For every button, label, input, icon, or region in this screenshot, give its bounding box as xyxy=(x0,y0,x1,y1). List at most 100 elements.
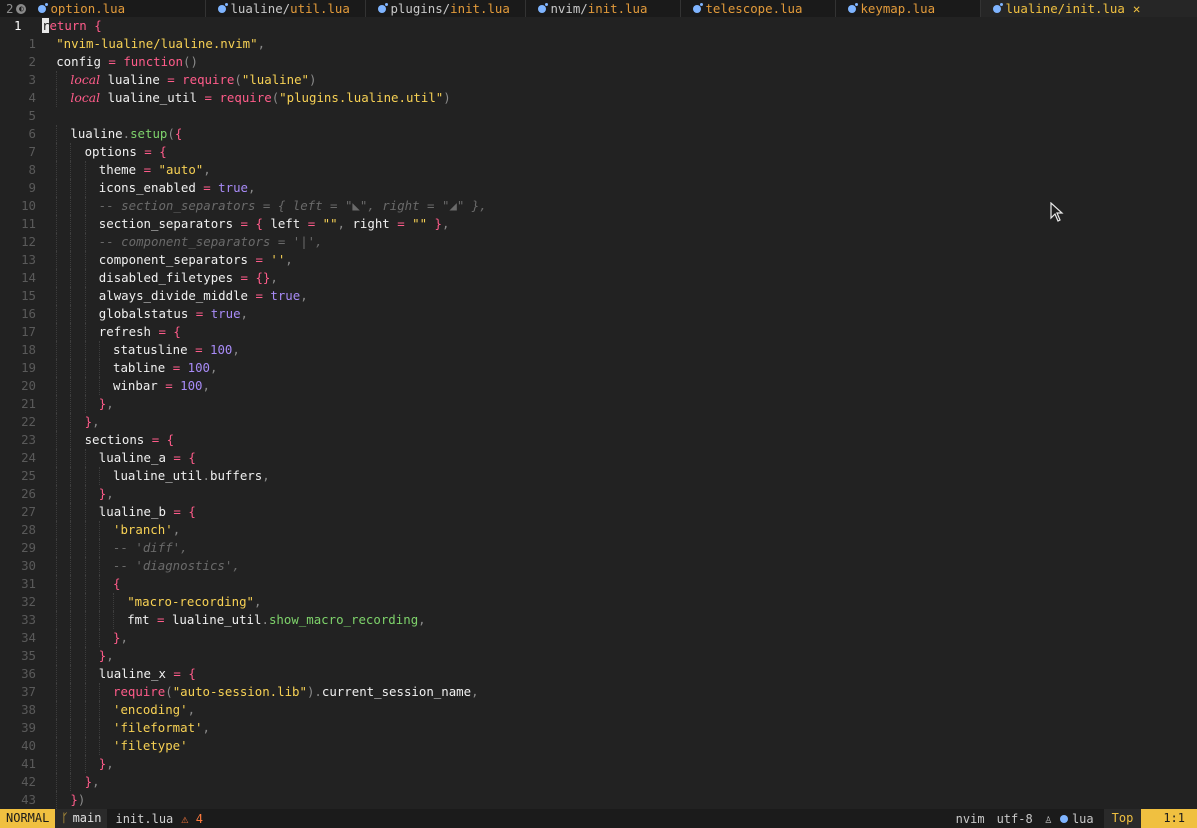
tab-dir: nvim/ xyxy=(550,1,588,16)
token: "auto" xyxy=(158,162,204,177)
code-text: }, xyxy=(85,413,100,431)
token: true xyxy=(210,306,241,321)
token: , xyxy=(92,774,100,789)
token: , xyxy=(106,756,114,771)
git-branch: ᚴ main xyxy=(55,809,108,828)
code-text: "nvim-lualine/lualine.nvim", xyxy=(56,35,265,53)
code-line[interactable]: 28 'branch', xyxy=(0,521,1197,539)
tab-2[interactable]: plugins/init.lua xyxy=(366,0,527,17)
code-line[interactable]: 9 icons_enabled = true, xyxy=(0,179,1197,197)
indent-guide xyxy=(98,341,100,359)
tab-0[interactable]: option.lua xyxy=(26,0,207,17)
token: lualine_util xyxy=(100,90,205,105)
indent-guide xyxy=(98,539,100,557)
indent-guide xyxy=(56,683,58,701)
code-line[interactable]: 41}, xyxy=(0,755,1197,773)
tab-5[interactable]: keymap.lua xyxy=(836,0,982,17)
code-text: winbar = 100, xyxy=(113,377,210,395)
token: . xyxy=(122,126,131,141)
line-number: 19 xyxy=(21,360,36,375)
code-line[interactable]: 17 refresh = { xyxy=(0,323,1197,341)
git-branch-name: main xyxy=(72,811,102,825)
code-line[interactable]: 10 -- section_separators = { left = "◣", … xyxy=(0,197,1197,215)
code-line[interactable]: 4 local lualine_util = require("plugins.l… xyxy=(0,89,1197,107)
token: } xyxy=(84,774,93,789)
code-line[interactable]: 42}, xyxy=(0,773,1197,791)
token: "lualine" xyxy=(241,72,309,87)
code-line[interactable]: 39 'fileformat', xyxy=(0,719,1197,737)
token: = xyxy=(397,216,413,231)
line-number: 38 xyxy=(21,702,36,717)
code-line[interactable]: 33 fmt = lualine_util.show_macro_recordin… xyxy=(0,611,1197,629)
line-number: 8 xyxy=(28,162,36,177)
code-line[interactable]: 23 sections = { xyxy=(0,431,1197,449)
tab-4[interactable]: telescope.lua xyxy=(681,0,837,17)
code-line[interactable]: 43}) xyxy=(0,791,1197,809)
code-line[interactable]: 18 statusline = 100, xyxy=(0,341,1197,359)
code-line[interactable]: 11 section_separators = { left = "", righ… xyxy=(0,215,1197,233)
code-line[interactable]: 8 theme = "auto", xyxy=(0,161,1197,179)
code-line[interactable]: 29 -- 'diff', xyxy=(0,539,1197,557)
indent-guide xyxy=(70,431,72,449)
code-line[interactable]: 1 return { xyxy=(0,17,1197,35)
code-line[interactable]: 1 "nvim-lualine/lualine.nvim", xyxy=(0,35,1197,53)
code-line[interactable]: 15 always_divide_middle = true, xyxy=(0,287,1197,305)
line-number: 1 xyxy=(28,36,36,51)
code-line[interactable]: 26}, xyxy=(0,485,1197,503)
close-icon[interactable]: ✕ xyxy=(1133,1,1140,16)
indent-guide xyxy=(56,377,58,395)
code-line[interactable]: 12 -- component_separators = '|', xyxy=(0,233,1197,251)
code-line[interactable]: 7 options = { xyxy=(0,143,1197,161)
code-line[interactable]: 13 component_separators = '', xyxy=(0,251,1197,269)
code-line[interactable]: 6 lualine.setup({ xyxy=(0,125,1197,143)
code-line[interactable]: 25 lualine_util.buffers, xyxy=(0,467,1197,485)
code-line[interactable]: 38 'encoding', xyxy=(0,701,1197,719)
tab-6[interactable]: lualine/init.lua ✕ xyxy=(981,0,1197,17)
token: , xyxy=(210,360,218,375)
token: -- section_separators = { left = "◣", ri… xyxy=(98,198,487,213)
code-line[interactable]: 19 tabline = 100, xyxy=(0,359,1197,377)
code-line[interactable]: 27 lualine_b = { xyxy=(0,503,1197,521)
code-line[interactable]: 32 "macro-recording", xyxy=(0,593,1197,611)
indent-guide xyxy=(56,467,58,485)
code-line[interactable]: 34}, xyxy=(0,629,1197,647)
line-number: 12 xyxy=(21,234,36,249)
editor-buffer[interactable]: 1 return {1 "nvim-lualine/lualine.nvim", 2 c… xyxy=(0,17,1197,809)
tab-1[interactable]: lualine/util.lua xyxy=(206,0,367,17)
code-line[interactable]: 14 disabled_filetypes = {}, xyxy=(0,269,1197,287)
token: fmt xyxy=(127,612,158,627)
code-line[interactable]: 37 require("auto-session.lib").current_se… xyxy=(0,683,1197,701)
indent-guide xyxy=(98,359,100,377)
code-line[interactable]: 16 globalstatus = true, xyxy=(0,305,1197,323)
indent-guide xyxy=(70,305,72,323)
line-number: 3 xyxy=(28,72,36,87)
code-line[interactable]: 24 lualine_a = { xyxy=(0,449,1197,467)
code-line[interactable]: 21}, xyxy=(0,395,1197,413)
indent-guide xyxy=(84,521,86,539)
lua-icon xyxy=(848,2,859,13)
code-line[interactable]: 36 lualine_x = { xyxy=(0,665,1197,683)
code-line[interactable]: 3 local lualine = require("lualine") xyxy=(0,71,1197,89)
code-line[interactable]: 2 config = function() xyxy=(0,53,1197,71)
indent-guide xyxy=(84,395,86,413)
indent-guide xyxy=(70,665,72,683)
code-line[interactable]: 35}, xyxy=(0,647,1197,665)
token: = xyxy=(108,54,124,69)
indent-guide xyxy=(84,161,86,179)
code-line[interactable]: 22}, xyxy=(0,413,1197,431)
code-text: }, xyxy=(99,755,114,773)
tab-3[interactable]: nvim/init.lua xyxy=(526,0,682,17)
token: "" xyxy=(322,216,338,231)
code-line[interactable]: 31 { xyxy=(0,575,1197,593)
code-text: }, xyxy=(113,629,128,647)
token: , xyxy=(418,612,426,627)
line-number: 22 xyxy=(21,414,36,429)
indent-guide xyxy=(56,215,58,233)
indent-guide xyxy=(70,377,72,395)
indent-guide xyxy=(98,701,100,719)
code-line[interactable]: 30 -- 'diagnostics', xyxy=(0,557,1197,575)
tab-count[interactable]: 2 ◐ xyxy=(0,0,27,17)
code-line[interactable]: 20 winbar = 100, xyxy=(0,377,1197,395)
code-line[interactable]: 5 xyxy=(0,107,1197,125)
code-line[interactable]: 40 'filetype' xyxy=(0,737,1197,755)
